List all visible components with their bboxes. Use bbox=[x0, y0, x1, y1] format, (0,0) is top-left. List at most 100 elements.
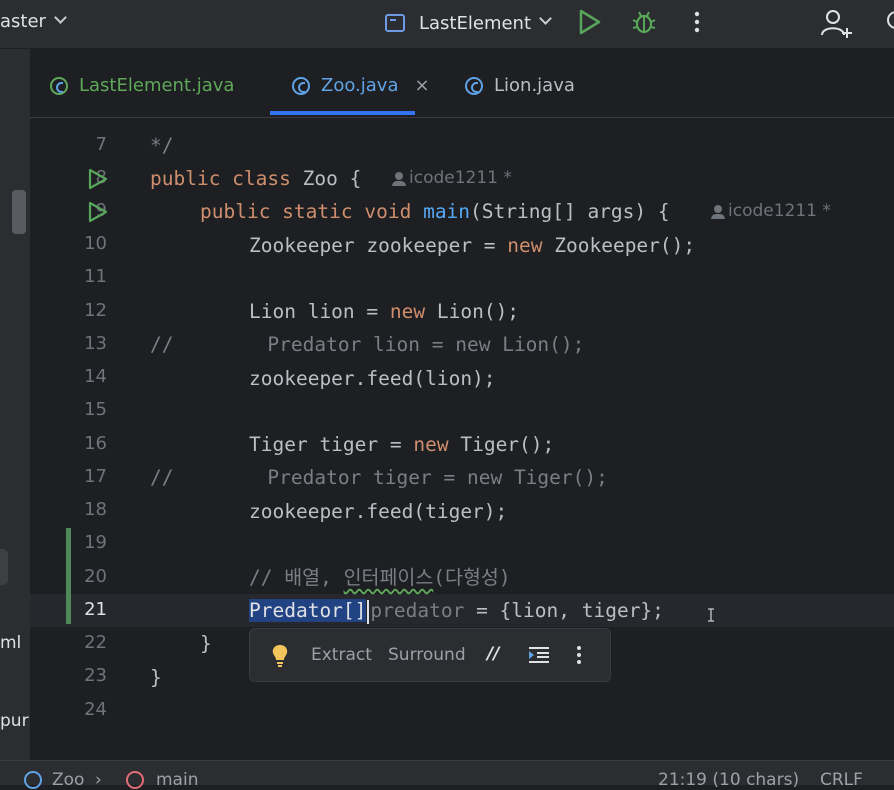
unused-variable: predator bbox=[370, 599, 465, 622]
line-number: 22 bbox=[84, 632, 107, 653]
lightbulb-icon[interactable] bbox=[270, 643, 290, 669]
panel-selection-marker bbox=[0, 549, 8, 585]
line-number: 17 bbox=[84, 466, 107, 487]
java-class-icon bbox=[24, 771, 42, 789]
tab-lastelement[interactable]: LastElement.java bbox=[50, 75, 234, 96]
close-icon[interactable]: × bbox=[414, 75, 429, 96]
caret-position[interactable]: 21:19 (10 chars) bbox=[658, 770, 799, 790]
line-number: 16 bbox=[84, 433, 107, 454]
editor-gutter: 7 8 9 10 11 12 13 14 15 16 17 18 19 20 2… bbox=[30, 117, 148, 760]
code-line-23: } bbox=[150, 666, 162, 689]
comment-text: (다형성) bbox=[433, 566, 511, 589]
code-line-10: Zookeeper zookeeper = new Zookeeper(); bbox=[249, 229, 695, 262]
line-number: 15 bbox=[84, 399, 107, 420]
code-text: = {lion, tiger}; bbox=[464, 599, 664, 622]
mouse-text-cursor-icon bbox=[708, 608, 714, 622]
code-text: Zookeeper zookeeper = bbox=[249, 234, 508, 257]
class-declaration: Zoo { bbox=[302, 167, 362, 190]
line-number: 7 bbox=[95, 134, 107, 155]
line-number: 10 bbox=[84, 233, 107, 254]
keyword: public static void bbox=[200, 200, 412, 223]
more-icon[interactable] bbox=[690, 8, 704, 36]
line-number: 18 bbox=[84, 499, 107, 520]
code-line-14: zookeeper.feed(lion); bbox=[249, 367, 496, 390]
line-number: 13 bbox=[84, 333, 107, 354]
code-line-20: // 배열, 인터페이스(다형성) bbox=[249, 561, 511, 594]
breadcrumb-separator: › bbox=[95, 770, 102, 790]
line-number: 23 bbox=[84, 665, 107, 686]
active-tab-indicator bbox=[270, 111, 415, 115]
code-text: Lion lion = bbox=[249, 300, 390, 323]
settings-icon[interactable] bbox=[884, 8, 894, 40]
method-icon bbox=[126, 771, 144, 789]
line-number: 12 bbox=[84, 300, 107, 321]
keyword: new bbox=[507, 234, 543, 257]
editor-tab-bar: LastElement.java Zoo.java × Lion.java bbox=[30, 49, 894, 118]
tab-label: LastElement.java bbox=[79, 75, 235, 96]
author-label: icode1211 * bbox=[728, 201, 831, 221]
java-class-icon bbox=[50, 76, 68, 95]
breadcrumb-method[interactable]: main bbox=[156, 770, 198, 790]
add-user-icon[interactable] bbox=[820, 8, 854, 40]
code-line-16: Tiger tiger = new Tiger(); bbox=[249, 428, 554, 461]
tab-lion[interactable]: Lion.java bbox=[465, 75, 575, 96]
surround-button[interactable]: Surround bbox=[388, 645, 466, 665]
run-configuration-selector[interactable]: LastElement bbox=[385, 10, 552, 36]
author-label: icode1211 * bbox=[409, 168, 512, 188]
code-text: Zookeeper(); bbox=[542, 234, 696, 257]
person-icon bbox=[392, 172, 406, 186]
keyword: new bbox=[389, 300, 426, 323]
chevron-down-icon bbox=[54, 11, 67, 24]
java-class-icon bbox=[292, 76, 310, 95]
code-line-12: Lion lion = new Lion(); bbox=[249, 295, 519, 328]
code-line-9: public static void main(String[] args) { bbox=[200, 195, 670, 228]
comment-button[interactable]: // bbox=[487, 644, 499, 664]
code-text: Tiger(); bbox=[448, 433, 555, 456]
comment-text: // 배열, bbox=[249, 566, 344, 589]
code-line-17: // Predator tiger = new Tiger(); bbox=[150, 466, 608, 489]
author-inlay-hint[interactable]: icode1211 * bbox=[392, 168, 512, 188]
author-inlay-hint[interactable]: icode1211 * bbox=[711, 201, 831, 221]
debug-icon[interactable] bbox=[630, 8, 658, 36]
method-name: main bbox=[423, 200, 471, 223]
breadcrumb-class[interactable]: Zoo bbox=[52, 770, 84, 790]
run-config-icon bbox=[385, 14, 405, 32]
tab-zoo[interactable]: Zoo.java × bbox=[292, 75, 430, 96]
scrollbar-thumb[interactable] bbox=[12, 190, 26, 234]
tab-label: Lion.java bbox=[494, 75, 575, 96]
status-bar: Zoo › main 21:19 (10 chars) CRLF bbox=[0, 760, 894, 790]
line-number: 14 bbox=[84, 366, 107, 387]
person-icon bbox=[711, 205, 725, 219]
run-class-icon[interactable] bbox=[88, 168, 108, 190]
floating-code-toolbar: Extract Surround // bbox=[249, 628, 611, 682]
java-class-icon bbox=[465, 76, 483, 95]
panel-item-fragment[interactable]: pur bbox=[0, 711, 29, 731]
branch-selector[interactable]: aster bbox=[0, 11, 67, 32]
code-text: Tiger tiger = bbox=[249, 433, 414, 456]
code-line-18: zookeeper.feed(tiger); bbox=[249, 500, 508, 523]
doc-comment-end: */ bbox=[150, 134, 174, 157]
selected-text[interactable]: Predator[] bbox=[249, 599, 367, 622]
vcs-change-marker[interactable] bbox=[66, 528, 71, 624]
tab-label: Zoo.java bbox=[321, 75, 399, 96]
line-ending[interactable]: CRLF bbox=[820, 770, 863, 790]
run-icon[interactable] bbox=[578, 8, 602, 36]
branch-label: aster bbox=[0, 11, 46, 32]
more-icon[interactable] bbox=[573, 643, 585, 667]
line-number: 24 bbox=[84, 699, 107, 720]
method-params: (String[] args) { bbox=[470, 200, 670, 223]
code-text: Lion(); bbox=[425, 300, 520, 323]
keyword: new bbox=[413, 433, 449, 456]
chevron-down-icon bbox=[539, 11, 552, 25]
code-line-13: // Predator lion = new Lion(); bbox=[150, 333, 585, 356]
reformat-icon[interactable] bbox=[528, 646, 550, 664]
code-line-21: Predator[] predator = {lion, tiger}; bbox=[249, 594, 664, 627]
panel-item-fragment[interactable]: ml bbox=[0, 633, 21, 653]
typo-highlight[interactable]: 인터페이스 bbox=[344, 566, 434, 589]
code-line-22: } bbox=[200, 632, 212, 655]
keyword: public class bbox=[150, 167, 291, 190]
code-line-7: */ bbox=[150, 129, 173, 162]
run-main-icon[interactable] bbox=[88, 201, 108, 223]
project-panel-edge: ml pur bbox=[0, 49, 30, 760]
extract-button[interactable]: Extract bbox=[311, 645, 372, 665]
